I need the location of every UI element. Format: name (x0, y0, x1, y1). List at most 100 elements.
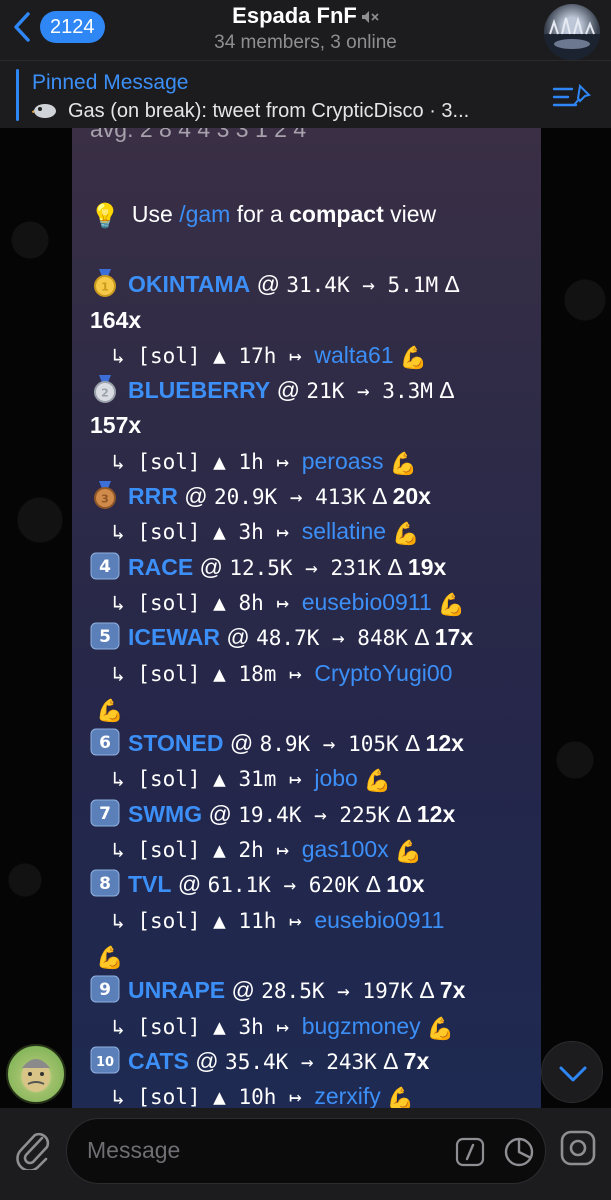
call-age: 2h (238, 838, 264, 863)
entry-detail-line: ↳ [sol] ▲ 10h ↦ zerxify 💪 (90, 1079, 530, 1108)
slash-command-icon[interactable] (455, 1137, 485, 1167)
entry-line: 8 TVL @ 61.1K → 620K Δ 10x (90, 867, 530, 902)
composer-bar: Message (0, 1108, 611, 1200)
token-ticker-link[interactable]: OKINTAMA (128, 271, 250, 297)
flexed-biceps-icon: 💪 (394, 839, 423, 865)
caller-username-link[interactable]: eusebio0911 (314, 907, 444, 933)
group-avatar[interactable] (544, 4, 600, 60)
muted-speaker-icon (361, 11, 379, 23)
chat-title-text: Espada FnF (232, 3, 357, 28)
leaderboard-entry: 2 BLUEBERRY @ 21K → 3.3M Δ 157x ↳ [sol] ▲ … (90, 373, 530, 479)
medal-number: 1 (101, 281, 109, 294)
entry-mcap: 31.4K (286, 273, 350, 298)
flexed-biceps-icon: 💪 (437, 591, 466, 617)
token-ticker-link[interactable]: RRR (128, 483, 178, 509)
ath-mcap: 197K (362, 979, 413, 1004)
token-ticker-link[interactable]: BLUEBERRY (128, 377, 270, 403)
sender-avatar-image (22, 1059, 50, 1092)
token-ticker-link[interactable]: TVL (128, 871, 171, 897)
entry-mcap: 19.4K (238, 802, 302, 827)
token-ticker-link[interactable]: CATS (128, 1048, 189, 1074)
medal-icon: 1 (94, 269, 116, 298)
tip-middle: for a (230, 201, 290, 227)
caller-username-link[interactable]: peroass (302, 448, 384, 474)
bird-emoji-icon (32, 104, 56, 118)
leaderboard-list: 1 OKINTAMA @ 31.4K → 5.1M Δ 164x ↳ [sol] ▲… (90, 267, 530, 1108)
flexed-biceps-icon: 💪 (392, 521, 420, 547)
token-ticker-link[interactable]: STONED (128, 730, 223, 756)
multiplier: 157x (90, 412, 142, 439)
message-body: avg. 2 8 4 4 3 3 1 2 4 💡 Use /gam for a c… (90, 128, 530, 1108)
keycap-number-icon: 10 (90, 1046, 120, 1074)
caller-username-link[interactable]: walta61 (314, 342, 393, 368)
caller-username-link[interactable]: jobo (314, 765, 357, 791)
entry-line: 1 OKINTAMA @ 31.4K → 5.1M Δ (90, 267, 530, 302)
tip-bold: compact (289, 201, 384, 227)
top-partial-line: avg. 2 8 4 4 3 3 1 2 4 (90, 128, 530, 146)
flexed-biceps-icon: 💪 (426, 1015, 455, 1041)
scroll-down-button[interactable] (541, 1041, 603, 1103)
entry-mcap: 28.5K (261, 979, 325, 1004)
leaderboard-entry: 5 ICEWAR @ 48.7K → 848K Δ 17x ↳ [sol] ▲ 18… (90, 620, 530, 726)
message-bubble[interactable]: avg. 2 8 4 4 3 3 1 2 4 💡 Use /gam for a c… (72, 128, 541, 1108)
entry-mcap: 8.9K (259, 732, 311, 757)
caller-username-link[interactable]: bugzmoney (302, 1013, 421, 1039)
call-age: 3h (238, 520, 264, 545)
pinned-message-bar[interactable]: Pinned Message Gas (on break): tweet fro… (0, 60, 611, 128)
entry-detail-line: ↳ [sol] ▲ 3h ↦ bugzmoney 💪 (90, 1009, 530, 1044)
gam-command-link[interactable]: /gam (179, 201, 230, 227)
leaderboard-entry: 1 OKINTAMA @ 31.4K → 5.1M Δ 164x ↳ [sol] ▲… (90, 267, 530, 373)
keycap-number-icon: 6 (90, 728, 120, 756)
entry-detail-line: ↳ [sol] ▲ 18m ↦ CryptoYugi00 (112, 659, 453, 686)
chain-tag: [sol] (137, 1085, 201, 1108)
chat-title-area[interactable]: Espada FnF 34 members, 3 online (150, 3, 461, 55)
entry-line: 6 STONED @ 8.9K → 105K Δ 12x (90, 726, 530, 761)
entry-detail-line: ↳ [sol] ▲ 17h ↦ walta61 💪 (90, 338, 530, 373)
keycap-number-icon: 4 (90, 552, 120, 580)
entry-detail-line: ↳ [sol] ▲ 1h ↦ peroass 💪 (90, 444, 530, 479)
keycap-number-icon: 5 (90, 622, 120, 650)
ath-mcap: 105K (348, 732, 399, 757)
token-ticker-link[interactable]: UNRAPE (128, 977, 225, 1003)
ath-mcap: 620K (308, 873, 360, 898)
caller-username-link[interactable]: eusebio0911 (302, 589, 432, 615)
sticker-icon[interactable] (503, 1136, 535, 1168)
keycap-number: 5 (99, 627, 111, 647)
chat-subtitle: 34 members, 3 online (214, 32, 397, 53)
tip-suffix: view (383, 201, 437, 227)
keycap-number: 9 (99, 980, 111, 1000)
multiplier: 10x (386, 871, 425, 898)
ath-mcap: 243K (326, 1049, 377, 1074)
token-ticker-link[interactable]: ICEWAR (128, 624, 220, 650)
entry-mcap: 61.1K (207, 873, 271, 898)
entry-line: 3 RRR @ 20.9K → 413K Δ 20x (90, 479, 530, 514)
reply-arrow-icon: ↳ (112, 1014, 125, 1039)
sender-avatar[interactable] (6, 1044, 66, 1104)
leaderboard-entry: 7 SWMG @ 19.4K → 225K Δ 12x ↳ [sol] ▲ 2h ↦… (90, 797, 530, 868)
multiplier: 7x (439, 977, 466, 1004)
ath-mcap: 231K (330, 555, 382, 580)
camera-icon[interactable] (560, 1130, 596, 1166)
medal-number: 2 (101, 387, 109, 400)
chat-title: Espada FnF (150, 3, 461, 29)
flexed-biceps-icon: 💪 (96, 697, 124, 723)
caller-username-link[interactable]: sellatine (302, 518, 386, 544)
reply-arrow-icon: ↳ (112, 908, 125, 933)
unread-count-badge: 2124 (40, 11, 105, 43)
lightbulb-icon: 💡 (90, 203, 120, 230)
keycap-number-icon: 7 (90, 799, 120, 827)
back-button[interactable]: 2124 (10, 9, 105, 45)
entry-multiplier-line: 164x (90, 303, 530, 338)
paperclip-icon[interactable] (14, 1128, 52, 1170)
pin-list-icon[interactable] (552, 83, 592, 111)
entry-mcap: 48.7K (256, 626, 320, 651)
chain-tag: [sol] (137, 590, 201, 615)
caller-username-link[interactable]: gas100x (302, 836, 389, 862)
token-ticker-link[interactable]: RACE (128, 554, 193, 580)
caller-username-link[interactable]: zerxify (314, 1083, 380, 1108)
message-input[interactable]: Message (66, 1118, 546, 1184)
token-ticker-link[interactable]: SWMG (128, 801, 202, 827)
caller-username-link[interactable]: CryptoYugi00 (314, 660, 452, 686)
